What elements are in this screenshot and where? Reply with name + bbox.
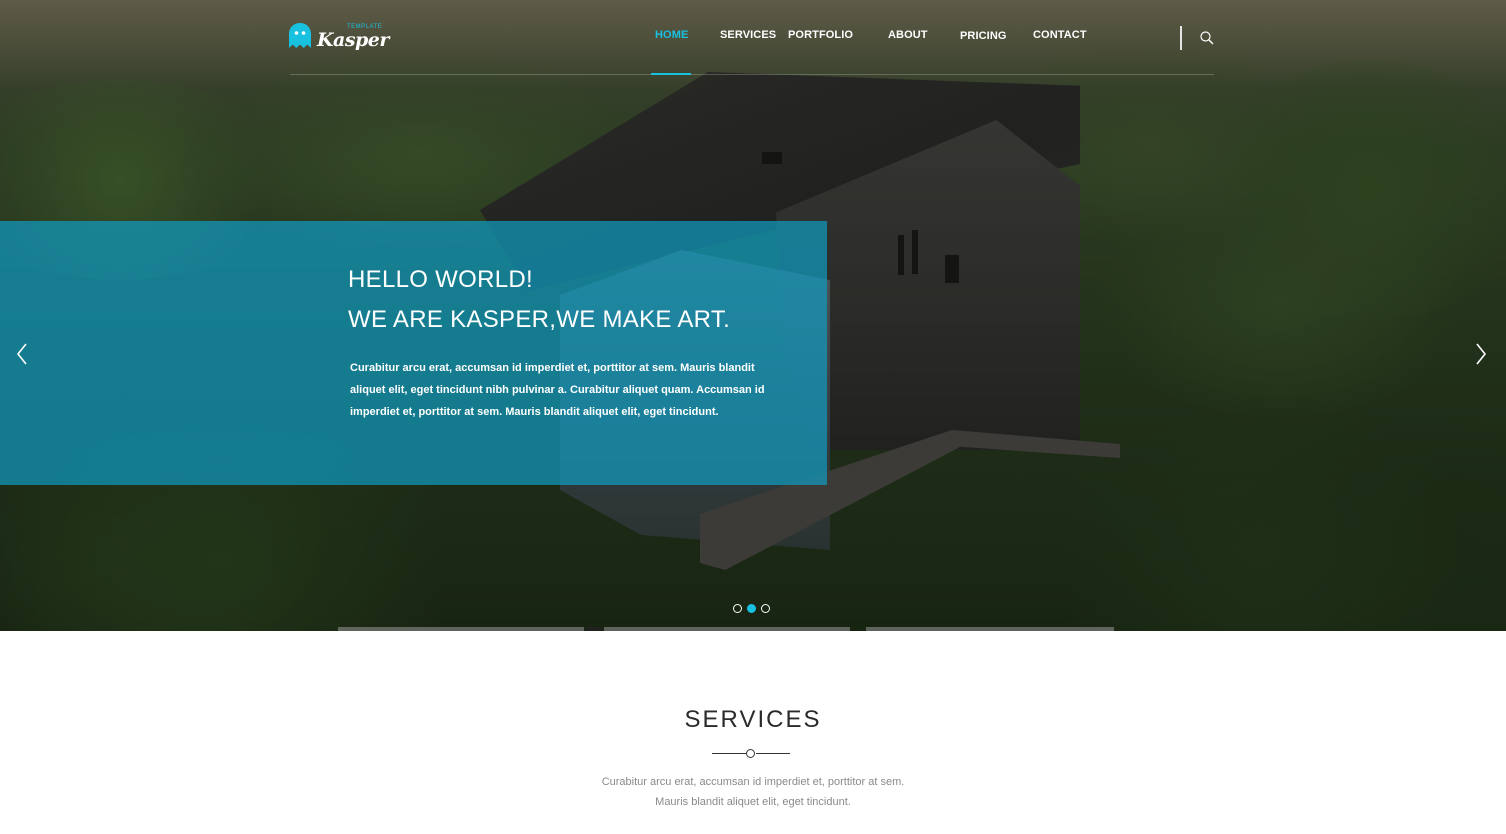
search-icon[interactable] <box>1199 30 1215 46</box>
separator-circle-icon <box>746 749 755 758</box>
nav-active-indicator <box>651 73 691 75</box>
separator-line <box>756 753 790 754</box>
hero-bottom-strip <box>604 627 850 631</box>
logo-text: Kasper <box>317 29 389 51</box>
slide-text: Curabitur arcu erat, accumsan id imperdi… <box>350 362 765 418</box>
hero-bottom-strip <box>586 627 602 631</box>
slide-heading-line1: HELLO WORLD! <box>348 266 533 293</box>
slide-caption-box <box>0 221 827 485</box>
slider-dot-1[interactable] <box>733 604 742 613</box>
ghost-icon <box>289 23 311 48</box>
separator-line <box>712 753 746 754</box>
nav-underline <box>290 74 1214 75</box>
nav-item-home[interactable]: HOME <box>655 29 688 41</box>
services-title: SERVICES <box>684 706 822 733</box>
nav-item-pricing[interactable]: PRICING <box>960 30 1007 42</box>
nav-item-about[interactable]: ABOUT <box>888 29 928 41</box>
top-navbar: TEMPLATE Kasper HOME SERVICES PORTFOLIO … <box>0 0 1506 76</box>
hero-bottom-strip <box>338 627 584 631</box>
chevron-right-icon[interactable] <box>1474 342 1488 366</box>
slider-dot-2[interactable] <box>747 604 756 613</box>
slider-pagination <box>733 604 770 613</box>
slider-dot-3[interactable] <box>761 604 770 613</box>
logo[interactable]: TEMPLATE Kasper <box>289 23 389 51</box>
nav-divider <box>1180 26 1182 50</box>
nav-item-services[interactable]: SERVICES <box>720 29 776 41</box>
chevron-left-icon[interactable] <box>15 342 29 366</box>
slide-heading-line2: WE ARE KASPER,WE MAKE ART. <box>348 306 731 333</box>
nav-item-portfolio[interactable]: PORTFOLIO <box>788 29 853 41</box>
hero-bottom-strip <box>866 627 1114 631</box>
section-separator <box>712 748 790 760</box>
services-description: Curabitur arcu erat, accumsan id imperdi… <box>601 776 905 808</box>
nav-item-contact[interactable]: CONTACT <box>1033 29 1087 41</box>
